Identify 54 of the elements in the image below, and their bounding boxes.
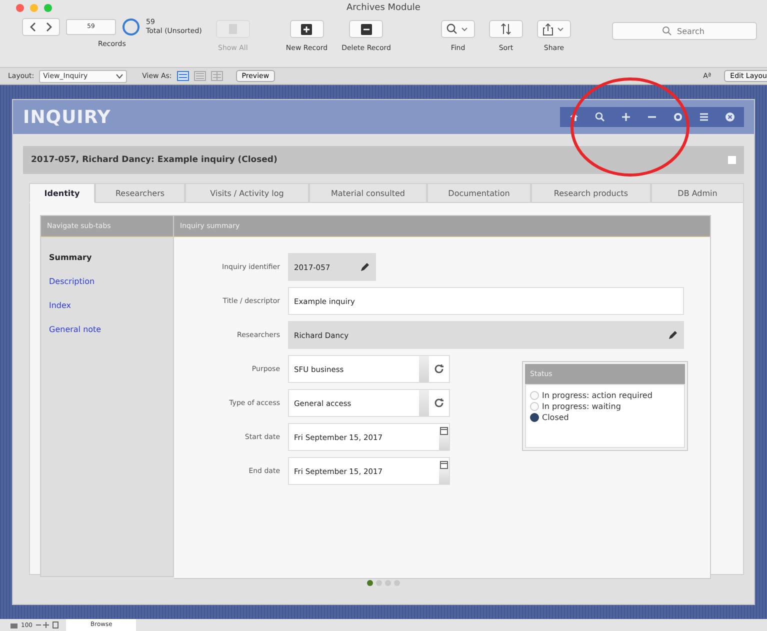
pencil-icon[interactable] [668,330,678,340]
sort-button[interactable] [489,20,524,38]
tab[interactable]: Material consulted [309,183,427,203]
record-pie-icon [122,18,140,36]
search-icon[interactable] [595,112,605,122]
search-field[interactable]: Search [612,22,757,40]
dropdown-toggle[interactable] [419,356,429,382]
record-nav-buttons[interactable] [22,18,60,36]
subnav-link[interactable]: Summary [49,253,165,262]
tab[interactable]: Researchers [95,183,185,203]
zoom-controls-icon[interactable] [35,621,60,629]
share-button[interactable] [537,20,572,38]
dropdown-toggle[interactable] [419,390,429,416]
record-title: 2017-057, Richard Dancy: Example inquiry (Closed) [31,155,278,165]
window-title: Archives Module [346,3,420,13]
radio-label: Closed [542,413,569,422]
page-dot[interactable] [367,580,373,586]
close-icon[interactable] [725,112,735,122]
tab[interactable]: Research products [531,183,651,203]
radio-label: In progress: action required [542,391,652,400]
caret-icon [116,74,124,78]
page-title: INQUIRY [23,106,111,128]
delete-button[interactable] [349,20,384,38]
tab[interactable]: Documentation [427,183,531,203]
plus-icon[interactable] [621,112,631,122]
refresh-icon[interactable] [433,363,445,375]
tab[interactable]: DB Admin [651,183,744,203]
find-button[interactable] [441,20,476,38]
tab[interactable]: Identity [29,183,95,203]
calendar-icon[interactable] [440,427,448,435]
share-icon [542,22,566,36]
calendar-icon[interactable] [440,461,448,469]
page-dot[interactable] [376,580,382,586]
radio-button[interactable] [530,413,539,422]
sort-icon [500,23,512,35]
close-light[interactable] [16,4,24,12]
checkbox[interactable] [728,156,736,164]
menu-icon[interactable] [699,112,709,122]
page-dot[interactable] [385,580,391,586]
subnav-link[interactable]: Description [49,277,165,286]
page-dot[interactable] [394,580,400,586]
form-view-icon[interactable] [176,71,189,81]
subnav-link[interactable]: Index [49,301,165,310]
plus-icon [301,24,312,34]
minus-icon [360,24,372,34]
new-button[interactable] [290,20,324,38]
refresh-icon[interactable] [433,397,445,409]
document-icon [228,23,238,35]
search-icon [446,23,470,35]
subnav-link[interactable]: General note [49,325,165,334]
radio-label: In progress: waiting [542,402,621,411]
pencil-icon[interactable] [360,262,370,272]
tab[interactable]: Visits / Activity log [185,183,309,203]
search-icon [662,26,672,36]
